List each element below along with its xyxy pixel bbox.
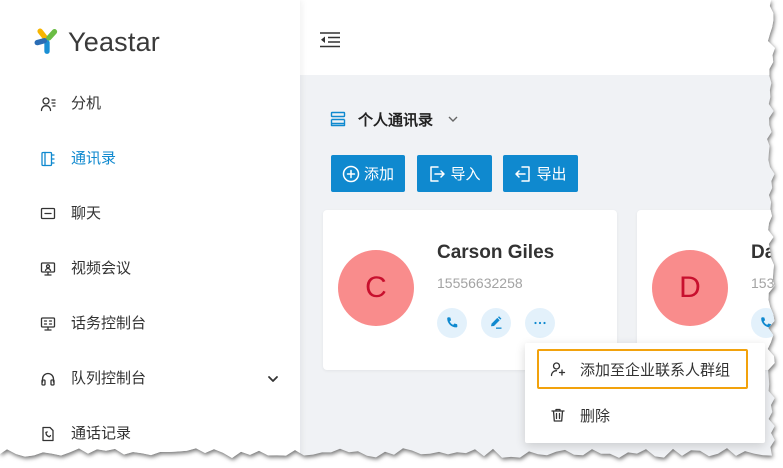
sidebar: Yeastar 分机 通讯录 聊天 视频会议 话务控制台 队列控制台 通话记录: [0, 0, 300, 458]
menu-item-label: 删除: [580, 407, 611, 425]
switchboard-icon: [40, 316, 56, 332]
more-icon: [533, 316, 547, 330]
menu-item-delete[interactable]: 删除: [537, 395, 748, 435]
logo-text: Yeastar: [68, 26, 160, 57]
sidebar-item-label: 话务控制台: [71, 315, 147, 332]
sidebar-item-chat[interactable]: 聊天: [0, 194, 300, 234]
headset-icon: [40, 371, 56, 387]
add-contact-label: 添加: [363, 166, 394, 183]
app-window: Yeastar 分机 通讯录 聊天 视频会议 话务控制台 队列控制台 通话记录 …: [0, 0, 776, 458]
import-label: 导入: [450, 166, 481, 183]
more-button[interactable]: [525, 308, 555, 338]
sidebar-item-switchboard[interactable]: 话务控制台: [0, 304, 300, 344]
edit-icon: [489, 316, 503, 330]
export-label: 导出: [536, 166, 567, 183]
export-icon: [514, 165, 536, 183]
add-contact-button[interactable]: 添加: [331, 155, 405, 192]
sidebar-item-extension[interactable]: 分机: [0, 84, 300, 124]
import-icon: [428, 165, 450, 183]
yeastar-logo-icon: [31, 24, 63, 61]
phonebook-icon: [330, 111, 346, 127]
menu-item-add-to-company-group[interactable]: 添加至企业联系人群组: [537, 349, 748, 389]
contact-context-menu: 添加至企业联系人群组 删除: [525, 343, 765, 443]
phone-icon: [759, 316, 773, 330]
contact-phone: 15556632258: [437, 275, 523, 291]
sidebar-item-label: 分机: [71, 95, 102, 112]
sidebar-item-label: 通讯录: [71, 150, 117, 167]
extension-icon: [40, 96, 56, 112]
logo[interactable]: Yeastar: [31, 26, 160, 58]
top-header: [300, 0, 775, 75]
sidebar-item-video-meeting[interactable]: 视频会议: [0, 249, 300, 289]
edit-button[interactable]: [481, 308, 511, 338]
menu-fold-icon[interactable]: [319, 31, 341, 49]
avatar: C: [338, 250, 414, 326]
export-button[interactable]: 导出: [503, 155, 578, 192]
video-meeting-icon: [40, 261, 56, 277]
sidebar-item-queue-panel[interactable]: 队列控制台: [0, 359, 300, 399]
chevron-down-icon[interactable]: [266, 372, 280, 386]
sidebar-item-label: 视频会议: [71, 260, 132, 277]
add-user-icon: [550, 361, 566, 377]
call-button[interactable]: [751, 308, 775, 338]
sidebar-nav: 分机 通讯录 聊天 视频会议 话务控制台 队列控制台 通话记录: [0, 84, 300, 458]
menu-item-label: 添加至企业联系人群组: [580, 361, 731, 379]
phone-icon: [445, 316, 459, 330]
chevron-down-icon: [447, 113, 459, 125]
contact-name: Da: [751, 242, 776, 263]
import-button[interactable]: 导入: [417, 155, 492, 192]
contact-name: Carson Giles: [437, 242, 555, 263]
trash-icon: [550, 407, 566, 423]
sidebar-item-label: 聊天: [71, 205, 102, 222]
contacts-book-icon: [40, 151, 56, 167]
sidebar-item-label: 队列控制台: [71, 370, 147, 387]
sidebar-item-call-log[interactable]: 通话记录: [0, 414, 300, 454]
call-log-icon: [40, 426, 56, 442]
add-circle-icon: [342, 165, 364, 183]
phonebook-selector[interactable]: 个人通讯录: [330, 108, 459, 130]
chat-icon: [40, 206, 56, 222]
call-button[interactable]: [437, 308, 467, 338]
phonebook-selector-value: 个人通讯录: [358, 111, 434, 129]
avatar: D: [652, 250, 728, 326]
contact-phone: 153: [751, 275, 775, 291]
sidebar-item-label: 通话记录: [71, 425, 132, 442]
sidebar-item-contacts[interactable]: 通讯录: [0, 139, 300, 179]
